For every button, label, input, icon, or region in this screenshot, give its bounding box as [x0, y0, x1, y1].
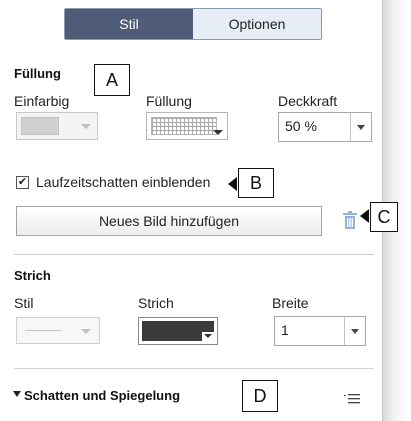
tab-optionen[interactable]: Optionen — [193, 9, 321, 39]
stroke-style-dropdown[interactable] — [16, 317, 100, 344]
fill-type-label: Einfarbig — [14, 93, 70, 109]
stroke-color-label: Strich — [138, 295, 174, 311]
fill-section-title: Füllung — [14, 66, 61, 81]
callout-b-pointer — [228, 177, 237, 191]
callout-a: A — [94, 64, 130, 96]
stroke-style-label: Stil — [14, 295, 34, 311]
list-menu-icon[interactable] — [344, 392, 360, 404]
stroke-width-select[interactable]: 1 — [274, 316, 366, 346]
line-style-preview — [25, 330, 61, 331]
stroke-width-label: Breite — [272, 295, 309, 311]
checkmark-icon: ✔ — [17, 176, 28, 188]
stroke-width-value: 1 — [281, 322, 289, 338]
corner-arrow-icon — [213, 130, 223, 135]
callout-d: D — [242, 380, 278, 412]
section-divider — [14, 368, 374, 369]
callout-c-pointer — [360, 209, 369, 223]
fill-pattern-dropdown[interactable] — [146, 112, 228, 140]
fill-color-dropdown[interactable] — [16, 112, 98, 140]
opacity-label: Deckkraft — [278, 93, 338, 109]
fill-color-swatch — [21, 117, 59, 135]
chevron-down-icon[interactable] — [344, 317, 365, 345]
shadow-checkbox-label: Laufzeitschatten einblenden — [36, 174, 211, 190]
fill-pattern-label: Füllung — [146, 93, 192, 109]
opacity-select[interactable]: 50 % — [278, 112, 372, 142]
stroke-section-title: Strich — [14, 268, 51, 283]
tab-bar: Stil Optionen — [64, 8, 322, 40]
stroke-color-dropdown[interactable] — [138, 317, 218, 345]
trash-icon[interactable] — [343, 211, 357, 229]
chevron-down-icon[interactable] — [350, 113, 371, 141]
chevron-down-icon — [81, 329, 91, 334]
chevron-down-icon — [81, 124, 91, 129]
callout-b: B — [238, 168, 274, 198]
callout-c: C — [370, 202, 398, 232]
triangle-down-icon[interactable] — [13, 391, 21, 397]
grid-pattern-swatch — [151, 117, 217, 135]
shadow-checkbox[interactable]: ✔ — [16, 176, 29, 189]
corner-arrow-icon — [202, 332, 214, 341]
tab-stil[interactable]: Stil — [65, 9, 193, 39]
section-divider — [14, 254, 374, 255]
opacity-value: 50 % — [285, 118, 317, 134]
add-image-button[interactable]: Neues Bild hinzufügen — [16, 206, 322, 236]
shadow-reflection-title[interactable]: Schatten und Spiegelung — [24, 388, 180, 403]
